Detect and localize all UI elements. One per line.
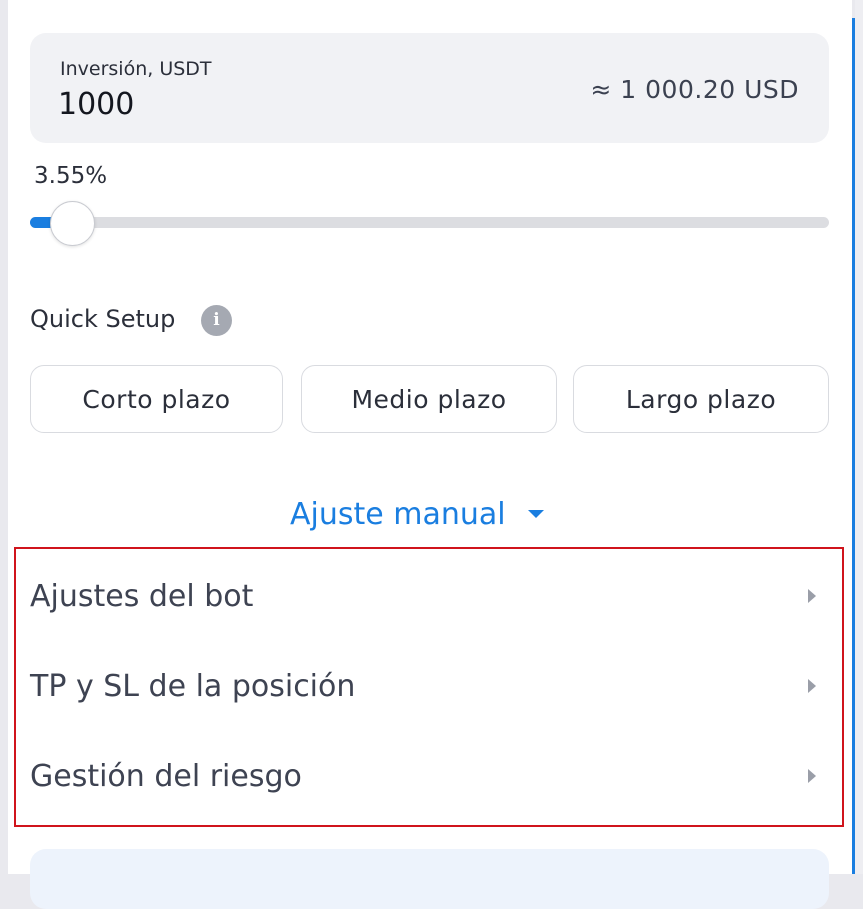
- quick-setup-label: Quick Setup: [30, 305, 176, 333]
- chevron-right-icon: [808, 679, 816, 693]
- info-icon[interactable]: i: [201, 305, 232, 336]
- investment-conversion: ≈ 1 000.20 USD: [590, 75, 799, 104]
- scrollbar[interactable]: [852, 18, 855, 874]
- section-tp-sl[interactable]: TP y SL de la posición: [30, 666, 820, 706]
- section-bot-settings[interactable]: Ajustes del bot: [30, 576, 820, 616]
- manual-setup-toggle[interactable]: Ajuste manual: [290, 494, 544, 534]
- investment-input[interactable]: 1000: [58, 87, 134, 122]
- info-box: [30, 849, 829, 909]
- manual-setup-label: Ajuste manual: [290, 496, 506, 532]
- investment-label: Inversión, USDT: [60, 58, 212, 80]
- chevron-right-icon: [808, 769, 816, 783]
- preset-short-term-button[interactable]: Corto plazo: [30, 365, 283, 433]
- investment-percent: 3.55%: [34, 163, 108, 189]
- scroll-gutter: [855, 0, 863, 874]
- preset-medium-term-button[interactable]: Medio plazo: [301, 365, 557, 433]
- section-label: Gestión del riesgo: [30, 758, 302, 794]
- chevron-right-icon: [808, 589, 816, 603]
- section-label: TP y SL de la posición: [30, 668, 356, 704]
- section-label: Ajustes del bot: [30, 578, 254, 614]
- investment-slider-thumb[interactable]: [50, 201, 95, 246]
- caret-down-icon: [527, 510, 544, 518]
- preset-long-term-button[interactable]: Largo plazo: [573, 365, 829, 433]
- section-risk-management[interactable]: Gestión del riesgo: [30, 756, 820, 796]
- investment-field[interactable]: Inversión, USDT 1000 ≈ 1 000.20 USD: [30, 33, 829, 143]
- investment-slider-track[interactable]: [30, 217, 829, 228]
